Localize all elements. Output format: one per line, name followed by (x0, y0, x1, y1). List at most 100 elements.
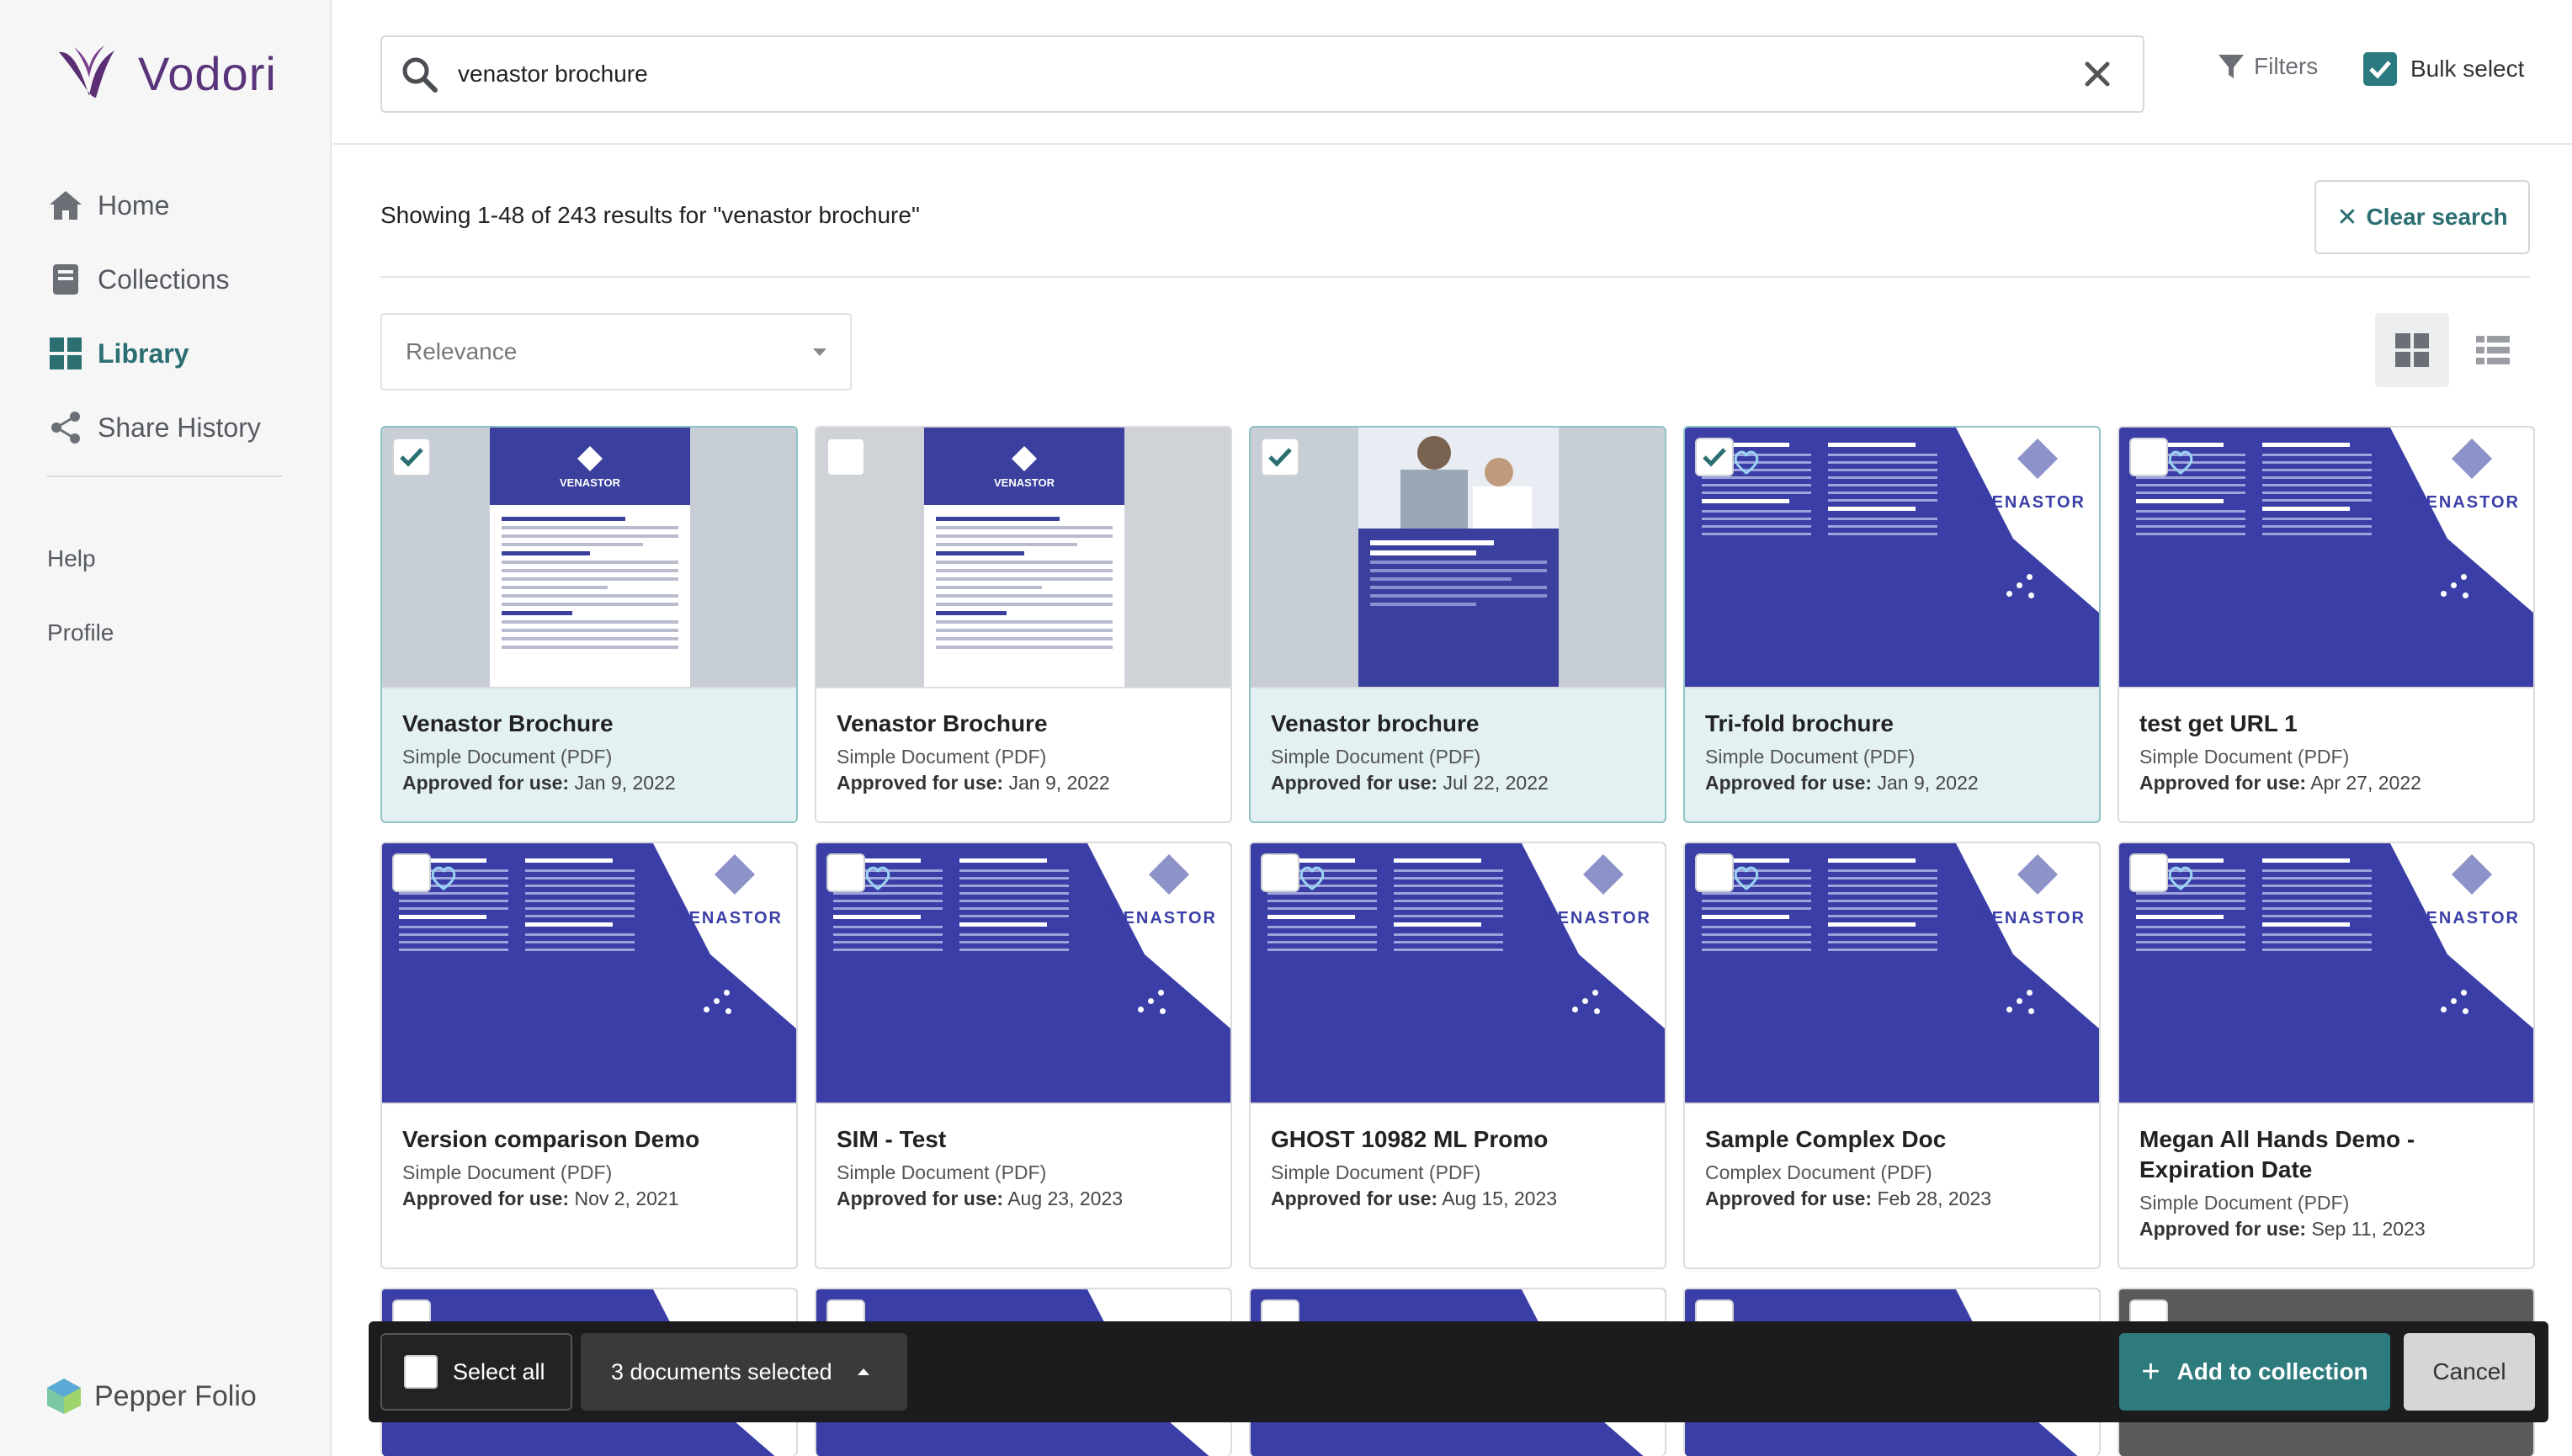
brochure-preview (1358, 428, 1559, 687)
card-checkbox[interactable] (1261, 438, 1299, 476)
book-icon (47, 261, 84, 298)
sort-select[interactable]: Relevance (380, 313, 852, 391)
selected-count-label: 3 documents selected (611, 1358, 832, 1384)
venastor-brand-text: VENASTOR (1544, 909, 1651, 927)
approval-label: Approved for use: (1271, 772, 1438, 794)
nav-item-profile[interactable]: Profile (47, 596, 114, 670)
heart-icon (865, 866, 890, 890)
approval-date: Jul 22, 2022 (1443, 772, 1549, 794)
nav-label-collections: Collections (98, 263, 230, 295)
filters-label: Filters (2254, 53, 2319, 79)
grid-view-icon (2395, 333, 2429, 367)
document-card[interactable]: Venastor brochure Simple Document (PDF) … (1249, 426, 1666, 823)
card-type: Simple Document (PDF) (1271, 746, 1481, 768)
document-thumbnail: VENASTOR (816, 843, 1230, 1104)
card-approval: Approved for use: Nov 2, 2021 (402, 1188, 776, 1210)
card-checkbox[interactable] (392, 438, 431, 476)
approval-label: Approved for use: (402, 1188, 570, 1209)
search-input[interactable] (458, 61, 2040, 88)
select-all-checkbox[interactable] (404, 1355, 438, 1389)
vodori-logo-icon (59, 45, 114, 98)
card-approval: Approved for use: Aug 23, 2023 (837, 1188, 1210, 1210)
venastor-logo-icon (1012, 445, 1037, 471)
document-card[interactable]: VENASTOR test get URL 1 Simple Document … (2118, 426, 2535, 823)
document-card[interactable]: VENASTOR SIM - Test Simple Document (PDF… (815, 842, 1232, 1269)
clear-search-x-icon[interactable] (2082, 59, 2112, 89)
grid-view-button[interactable] (2375, 313, 2449, 387)
card-checkbox[interactable] (1695, 438, 1734, 476)
card-type: Simple Document (PDF) (402, 1161, 613, 1183)
card-checkbox[interactable] (1695, 853, 1734, 892)
card-checkbox[interactable] (2129, 853, 2168, 892)
card-title: Megan All Hands Demo - Expiration Date (2139, 1126, 2415, 1182)
document-card[interactable]: VENASTOR Venastor Brochure Simple Docume… (380, 426, 798, 823)
heart-icon (1299, 866, 1325, 890)
document-card[interactable]: VENASTOR Sample Complex Doc Complex Docu… (1683, 842, 2101, 1269)
document-card[interactable]: VENASTOR Tri-fold brochure Simple Docume… (1683, 426, 2101, 823)
card-title: Venastor Brochure (402, 710, 614, 736)
approval-date: Sep 11, 2023 (2311, 1218, 2426, 1240)
document-card[interactable]: VENASTOR Venastor Brochure Simple Docume… (815, 426, 1232, 823)
main-nav: Home Collections Library Share History (47, 168, 300, 465)
nav-item-library[interactable]: Library (47, 316, 300, 391)
select-all-button[interactable]: Select all (380, 1333, 572, 1411)
nav-item-collections[interactable]: Collections (47, 242, 300, 316)
list-view-icon (2476, 336, 2510, 364)
logo-text: Vodori (138, 46, 277, 100)
card-checkbox[interactable] (1261, 853, 1299, 892)
card-checkbox[interactable] (392, 853, 431, 892)
checkmark-icon (400, 448, 423, 467)
card-title: Tri-fold brochure (1705, 710, 1894, 736)
nav-item-help[interactable]: Help (47, 522, 114, 596)
document-card[interactable]: VENASTOR GHOST 10982 ML Promo Simple Doc… (1249, 842, 1666, 1269)
card-title: Sample Complex Doc (1705, 1126, 1947, 1152)
card-type: Complex Document (PDF) (1705, 1161, 1932, 1183)
heart-icon (2168, 866, 2193, 890)
card-checkbox[interactable] (2129, 438, 2168, 476)
cancel-button[interactable]: Cancel (2404, 1333, 2535, 1411)
venastor-logo-icon (577, 445, 603, 471)
card-approval: Approved for use: Aug 15, 2023 (1271, 1188, 1645, 1210)
card-checkbox[interactable] (826, 438, 865, 476)
card-type: Simple Document (PDF) (1271, 1161, 1481, 1183)
nav-item-home[interactable]: Home (47, 168, 300, 242)
card-title: SIM - Test (837, 1126, 947, 1152)
card-approval: Approved for use: Jan 9, 2022 (402, 772, 776, 794)
document-card[interactable]: VENASTOR Megan All Hands Demo - Expirati… (2118, 842, 2535, 1269)
card-type: Simple Document (PDF) (837, 1161, 1047, 1183)
nav-label-home: Home (98, 189, 170, 221)
document-thumbnail: VENASTOR (382, 843, 796, 1104)
approval-date: Jan 9, 2022 (1008, 772, 1110, 794)
card-approval: Approved for use: Jan 9, 2022 (837, 772, 1210, 794)
card-title: Venastor brochure (1271, 710, 1480, 736)
document-thumbnail: VENASTOR (2119, 428, 2533, 688)
list-view-button[interactable] (2456, 313, 2530, 387)
nav-item-share-history[interactable]: Share History (47, 391, 300, 465)
vodori-logo[interactable]: Vodori (56, 44, 277, 103)
sidebar: Vodori Home Collections Library Share Hi… (0, 0, 332, 1456)
chevron-down-icon (813, 348, 826, 356)
document-thumbnail: VENASTOR (2119, 843, 2533, 1104)
bulk-select-checkbox[interactable] (2363, 52, 2397, 86)
heart-icon (1734, 450, 1759, 475)
document-card[interactable]: VENASTOR Version comparison Demo Simple … (380, 842, 798, 1269)
approval-label: Approved for use: (2139, 772, 2307, 794)
approval-label: Approved for use: (837, 1188, 1004, 1209)
venastor-brand-text: VENASTOR (1979, 909, 2086, 927)
selected-documents-dropdown[interactable]: 3 documents selected (581, 1333, 907, 1411)
filters-button[interactable]: Filters (2217, 52, 2318, 81)
approval-label: Approved for use: (1705, 1188, 1873, 1209)
nav-divider (47, 476, 283, 477)
checkmark-icon (2369, 61, 2391, 79)
approval-date: Nov 2, 2021 (574, 1188, 679, 1209)
card-checkbox[interactable] (826, 853, 865, 892)
add-to-collection-button[interactable]: + Add to collection (2119, 1333, 2390, 1411)
card-title: GHOST 10982 ML Promo (1271, 1126, 1549, 1152)
bulk-select-toggle[interactable]: Bulk select (2363, 52, 2524, 86)
close-icon: ✕ (2336, 203, 2358, 231)
clear-search-button[interactable]: ✕ Clear search (2314, 180, 2530, 254)
checkmark-icon (1268, 448, 1292, 467)
pepper-folio-logo-icon (47, 1379, 81, 1414)
app-root: Vodori Home Collections Library Share Hi… (0, 0, 2572, 1456)
venastor-brand-text: VENASTOR (1979, 493, 2086, 512)
